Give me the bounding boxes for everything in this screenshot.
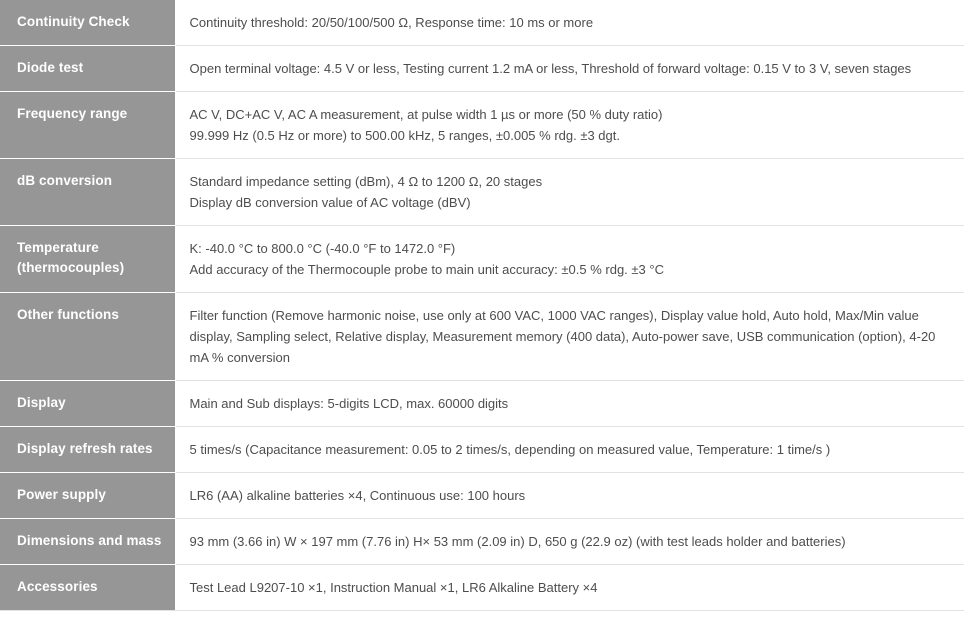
spec-value-line: Open terminal voltage: 4.5 V or less, Te… — [189, 61, 912, 76]
spec-label: Power supply — [0, 472, 175, 519]
spec-value: 93 mm (3.66 in) W × 197 mm (7.76 in) H× … — [174, 518, 964, 565]
specifications-table-body: Continuity Check Continuity threshold: 20… — [0, 0, 964, 611]
spec-value: Open terminal voltage: 4.5 V or less, Te… — [174, 45, 964, 92]
spec-label: Dimensions and mass — [0, 518, 175, 565]
spec-value: AC V, DC+AC V, AC A measurement, at puls… — [174, 91, 964, 159]
spec-label: Other functions — [0, 292, 175, 381]
spec-value-line: Standard impedance setting (dBm), 4 Ω to… — [189, 174, 543, 189]
spec-label: Display — [0, 380, 175, 427]
spec-value: LR6 (AA) alkaline batteries ×4, Continuo… — [174, 472, 964, 519]
spec-value-line: AC V, DC+AC V, AC A measurement, at puls… — [189, 107, 663, 122]
spec-value: Continuity threshold: 20/50/100/500 Ω, R… — [174, 0, 964, 46]
table-row: Continuity Check Continuity threshold: 20… — [0, 0, 964, 46]
table-row: Display refresh rates 5 times/s (Capacita… — [0, 426, 964, 473]
table-row: Other functions Filter function (Remove h… — [0, 292, 964, 381]
spec-value: Test Lead L9207-10 ×1, Instruction Manua… — [174, 564, 964, 611]
spec-value-line: Add accuracy of the Thermocouple probe t… — [189, 262, 664, 277]
spec-value-line: Main and Sub displays: 5-digits LCD, max… — [189, 396, 509, 411]
spec-label: Frequency range — [0, 91, 175, 159]
spec-value-line: Test Lead L9207-10 ×1, Instruction Manua… — [189, 580, 598, 595]
specifications-table: Continuity Check Continuity threshold: 20… — [0, 0, 964, 611]
spec-value-line: K: -40.0 °C to 800.0 °C (-40.0 °F to 147… — [189, 241, 456, 256]
spec-label: Display refresh rates — [0, 426, 175, 473]
table-row: Dimensions and mass 93 mm (3.66 in) W × 1… — [0, 518, 964, 565]
spec-value-line: 93 mm (3.66 in) W × 197 mm (7.76 in) H× … — [189, 534, 846, 549]
spec-value: K: -40.0 °C to 800.0 °C (-40.0 °F to 147… — [174, 225, 964, 293]
spec-label: Accessories — [0, 564, 175, 611]
spec-label: Temperature (thermocouples) — [0, 225, 175, 293]
spec-value: Filter function (Remove harmonic noise, … — [174, 292, 964, 381]
spec-value: Main and Sub displays: 5-digits LCD, max… — [174, 380, 964, 427]
table-row: Temperature (thermocouples) K: -40.0 °C t… — [0, 225, 964, 293]
table-row: Power supply LR6 (AA) alkaline batteries … — [0, 472, 964, 519]
table-row: Display Main and Sub displays: 5-digits L… — [0, 380, 964, 427]
spec-value-line: Continuity threshold: 20/50/100/500 Ω, R… — [189, 15, 594, 30]
table-row: Diode test Open terminal voltage: 4.5 V o… — [0, 45, 964, 92]
spec-value-line: LR6 (AA) alkaline batteries ×4, Continuo… — [189, 488, 526, 503]
table-row: Frequency range AC V, DC+AC V, AC A measu… — [0, 91, 964, 159]
spec-value-line: 99.999 Hz (0.5 Hz or more) to 500.00 kHz… — [189, 128, 621, 143]
spec-value-line: Filter function (Remove harmonic noise, … — [189, 308, 936, 365]
spec-value: 5 times/s (Capacitance measurement: 0.05… — [174, 426, 964, 473]
spec-value-line: Display dB conversion value of AC voltag… — [189, 195, 471, 210]
spec-value: Standard impedance setting (dBm), 4 Ω to… — [174, 158, 964, 226]
table-row: dB conversion Standard impedance setting … — [0, 158, 964, 226]
spec-value-line: 5 times/s (Capacitance measurement: 0.05… — [189, 442, 831, 457]
spec-label: Diode test — [0, 45, 175, 92]
spec-label: dB conversion — [0, 158, 175, 226]
table-row: Accessories Test Lead L9207-10 ×1, Instru… — [0, 564, 964, 611]
spec-label: Continuity Check — [0, 0, 175, 46]
